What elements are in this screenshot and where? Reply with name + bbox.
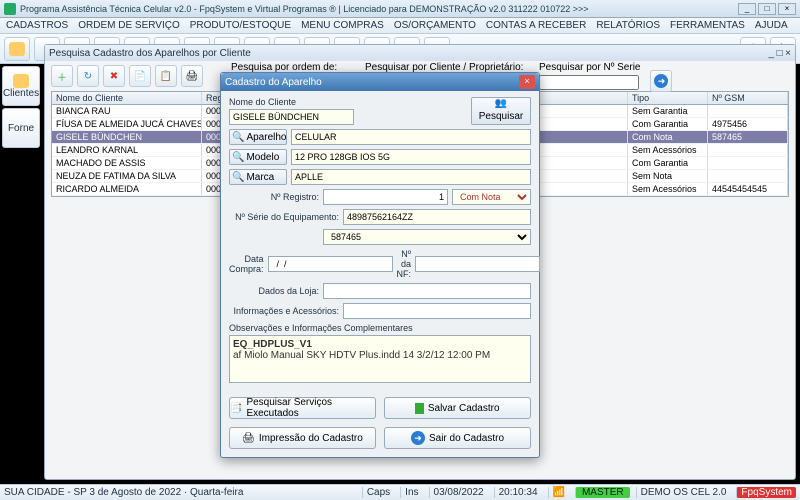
search-serial-input[interactable] — [539, 75, 639, 90]
inner-max-icon[interactable]: □ — [777, 48, 783, 59]
status-caps: Caps — [362, 487, 394, 498]
inner-title: Pesquisa Cadastro dos Aparelhos por Clie… — [49, 48, 251, 59]
registro-input[interactable] — [323, 189, 448, 205]
menu-ferramentas[interactable]: FERRAMENTAS — [670, 20, 745, 31]
print-icon[interactable]: 🖨 — [181, 65, 203, 87]
salvar-button[interactable]: ✔Salvar Cadastro — [384, 397, 531, 419]
menu-orcamento[interactable]: OS/ORÇAMENTO — [394, 20, 476, 31]
inner-title-bar: Pesquisa Cadastro dos Aparelhos por Clie… — [45, 45, 795, 61]
status-city: SUA CIDADE - SP 3 de Agosto de 2022 · Qu… — [4, 487, 243, 498]
nome-cliente-label: Nome do Cliente — [229, 97, 467, 107]
menu-compras[interactable]: MENU COMPRAS — [301, 20, 384, 31]
tab-fornecedores[interactable]: Forne — [2, 108, 40, 148]
search-icon: 🔍 — [232, 172, 244, 183]
search-icon: 🔍 — [232, 132, 244, 143]
servicos-button[interactable]: 📑Pesquisar Serviços Executados — [229, 397, 376, 419]
serie-label: Nº Série do Equipamento: — [229, 212, 339, 222]
data-compra-label: Data Compra: — [229, 254, 264, 274]
status-bar: SUA CIDADE - SP 3 de Agosto de 2022 · Qu… — [0, 484, 800, 500]
app-icon — [4, 3, 16, 15]
pesquisar-button[interactable]: 👥 Pesquisar — [471, 97, 531, 125]
gsm-select[interactable]: 587465 — [323, 229, 531, 245]
sair-button[interactable]: ➜Sair do Cadastro — [384, 427, 531, 449]
nf-input[interactable] — [415, 256, 540, 272]
registro-label: Nº Registro: — [229, 192, 319, 202]
dialog-title-bar: Cadastro do Aparelho × — [221, 73, 539, 91]
tb-people-icon[interactable] — [4, 37, 30, 61]
menu-produto[interactable]: PRODUTO/ESTOQUE — [190, 20, 291, 31]
menu-contas[interactable]: CONTAS A RECEBER — [486, 20, 586, 31]
main-title-bar: Programa Assistência Técnica Celular v2.… — [0, 0, 800, 18]
menu-relatorios[interactable]: RELATÓRIOS — [596, 20, 660, 31]
menu-os[interactable]: ORDEM DE SERVIÇO — [78, 20, 180, 31]
status-date: 03/08/2022 — [429, 487, 488, 498]
add-icon[interactable]: ＋ — [51, 65, 73, 87]
col-nome[interactable]: Nome do Cliente — [52, 92, 202, 104]
modelo-input[interactable] — [291, 149, 531, 165]
data-compra-input[interactable] — [268, 256, 393, 272]
modelo-button[interactable]: 🔍Modelo — [229, 149, 287, 165]
aparelho-input[interactable] — [291, 129, 531, 145]
list-icon[interactable]: 📋 — [155, 65, 177, 87]
obs-textarea[interactable]: EQ_HDPLUS_V1 af Miolo Manual SKY HDTV Pl… — [229, 335, 531, 383]
report-icon[interactable]: 📄 — [129, 65, 151, 87]
status-brand: FpqSystem — [736, 487, 796, 498]
print-icon: 🖨 — [242, 433, 255, 444]
obs-label: Observações e Informações Complementares — [229, 323, 531, 333]
dialog-close-icon[interactable]: × — [519, 75, 535, 89]
search-serial-label: Pesquisar por Nº Serie — [539, 62, 640, 73]
check-icon: ✔ — [415, 403, 423, 414]
people-icon — [13, 74, 29, 88]
info-acess-input[interactable] — [343, 303, 531, 319]
list-icon: 📑 — [230, 403, 242, 414]
side-tabs: Clientes Forne — [2, 66, 42, 150]
marca-button[interactable]: 🔍Marca — [229, 169, 287, 185]
tipo-nota-select[interactable]: Com Nota — [452, 189, 531, 205]
inner-min-icon[interactable]: _ — [769, 48, 775, 59]
dialog-title: Cadastro do Aparelho — [225, 77, 322, 88]
delete-icon[interactable]: ✖ — [103, 65, 125, 87]
close-button[interactable]: × — [778, 3, 796, 15]
go-search-icon[interactable]: ➜ — [650, 70, 672, 92]
status-ins: Ins — [400, 487, 422, 498]
people-icon: 👥 — [495, 98, 507, 109]
arrow-icon: ➜ — [411, 431, 425, 445]
col-gsm[interactable]: Nº GSM — [708, 92, 788, 104]
minimize-button[interactable]: _ — [738, 3, 756, 15]
aparelho-button[interactable]: 🔍Aparelho — [229, 129, 287, 145]
impressao-button[interactable]: 🖨Impressão do Cadastro — [229, 427, 376, 449]
search-icon: 🔍 — [232, 152, 244, 163]
status-demo: DEMO OS CEL 2.0 — [636, 487, 731, 498]
device-dialog: Cadastro do Aparelho × Nome do Cliente 👥… — [220, 72, 540, 458]
col-tipo[interactable]: Tipo — [628, 92, 708, 104]
marca-input[interactable] — [291, 169, 531, 185]
dados-loja-label: Dados da Loja: — [229, 286, 319, 296]
restore-button[interactable]: □ — [758, 3, 776, 15]
status-time: 20:10:34 — [494, 487, 542, 498]
menu-cadastros[interactable]: CADASTROS — [6, 20, 68, 31]
inner-close-icon[interactable]: × — [785, 48, 791, 59]
tab-clientes[interactable]: Clientes — [2, 66, 40, 106]
menu-ajuda[interactable]: AJUDA — [755, 20, 788, 31]
nf-label: Nº da NF: — [397, 249, 411, 279]
dados-loja-input[interactable] — [323, 283, 531, 299]
refresh-icon[interactable]: ↻ — [77, 65, 99, 87]
serie-input[interactable] — [343, 209, 531, 225]
window-title: Programa Assistência Técnica Celular v2.… — [20, 4, 738, 14]
nome-cliente-input[interactable] — [229, 109, 354, 125]
status-master: MASTER — [575, 487, 630, 498]
info-acess-label: Informações e Acessórios: — [229, 306, 339, 316]
menu-bar: CADASTROS ORDEM DE SERVIÇO PRODUTO/ESTOQ… — [0, 18, 800, 34]
